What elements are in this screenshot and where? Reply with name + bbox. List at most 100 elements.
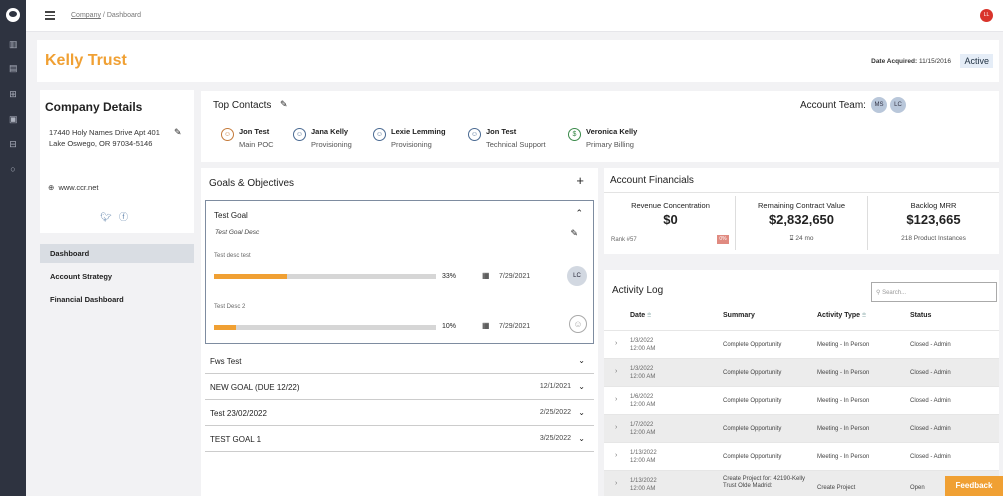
feedback-button[interactable]: Feedback: [945, 476, 1003, 496]
goals-title: Goals & Objectives: [209, 178, 295, 189]
row-date-time: 12:00 AM: [630, 430, 656, 436]
row-date: 1/3/2022 12:00 AM: [630, 365, 680, 381]
expand-chevron-icon[interactable]: ›: [615, 396, 617, 403]
goal-row[interactable]: NEW GOAL (DUE 12/22) 12/1/2021 ⌄: [205, 374, 594, 400]
goal-row-name: Fws Test: [210, 357, 242, 366]
team-avatar-ms[interactable]: MS: [871, 97, 887, 113]
column-header-activity-type[interactable]: Activity Type ⩧: [817, 312, 866, 320]
column-header-status[interactable]: Status: [910, 312, 931, 319]
document-icon[interactable]: ▤: [9, 64, 18, 73]
edit-pencil-icon[interactable]: ✎: [174, 127, 182, 138]
nav-item-financial-dashboard[interactable]: Financial Dashboard: [40, 290, 194, 309]
table-row[interactable]: › 1/6/2022 12:00 AM Complete Opportunity …: [604, 386, 999, 414]
facebook-icon[interactable]: ⓕ: [119, 212, 128, 222]
row-date: 1/3/2022 12:00 AM: [630, 337, 680, 353]
nav-item-account-strategy[interactable]: Account Strategy: [40, 267, 194, 286]
row-status: Closed - Admin: [910, 342, 951, 348]
metric-value: $2,832,650: [768, 212, 835, 227]
row-type: Meeting - In Person: [817, 370, 870, 376]
breadcrumb-separator: /: [102, 12, 105, 19]
expand-chevron-icon[interactable]: ›: [615, 452, 617, 459]
progress-fill: [214, 325, 237, 330]
expand-chevron-icon[interactable]: ›: [615, 340, 617, 347]
row-date-time: 12:00 AM: [630, 346, 656, 352]
dollar-icon: $: [568, 128, 581, 141]
edit-contacts-icon[interactable]: ✎: [280, 99, 288, 110]
calendar-icon: ▦: [482, 271, 490, 280]
edit-goal-icon[interactable]: ✎: [570, 228, 578, 239]
activity-search-input[interactable]: ⚲ Search...: [871, 282, 997, 302]
globe-icon: ⊕: [48, 183, 55, 192]
row-status: Closed - Admin: [910, 398, 951, 404]
breadcrumb-company-link[interactable]: Company: [71, 12, 101, 19]
date-acquired-value: 11/15/2016: [918, 58, 951, 65]
contact-role: Main POC: [239, 140, 274, 149]
row-status: Closed - Admin: [910, 454, 951, 460]
menu-icon[interactable]: [45, 11, 55, 22]
table-row[interactable]: › 1/13/2022 12:00 AM Create Project for: …: [604, 470, 999, 496]
hierarchy-icon[interactable]: ⊞: [9, 90, 17, 99]
goal-row[interactable]: TEST GOAL 1 3/25/2022 ⌄: [205, 426, 594, 452]
row-date-time: 12:00 AM: [630, 402, 656, 408]
goal-row-name: TEST GOAL 1: [210, 435, 262, 444]
contact-role: Provisioning: [311, 140, 352, 149]
company-details-card: Company Details 17440 Holy Names Drive A…: [40, 90, 194, 233]
row-date: 1/7/2022 12:00 AM: [630, 421, 680, 437]
metric-label: Revenue Concentration: [631, 201, 710, 210]
website-link[interactable]: www.ccr.net: [58, 183, 98, 192]
address-line: 17440 Holy Names Drive Apt 401: [49, 128, 160, 137]
building-icon[interactable]: ▥: [9, 40, 18, 49]
briefcase-icon[interactable]: ▣: [9, 115, 18, 124]
expand-chevron-icon[interactable]: ›: [615, 424, 617, 431]
expand-chevron-icon[interactable]: ›: [615, 480, 617, 487]
row-date-day: 1/3/2022: [630, 338, 654, 344]
table-row[interactable]: › 1/7/2022 12:00 AM Complete Opportunity …: [604, 414, 999, 442]
metric-value: $123,665: [906, 212, 961, 227]
row-date-day: 1/13/2022: [630, 478, 657, 484]
column-header-date[interactable]: Date ⩧: [630, 312, 651, 320]
divider: [604, 192, 999, 193]
contact-role: Provisioning: [391, 140, 432, 149]
progress-fill: [214, 274, 288, 279]
contact-avatar-icon: ☺: [221, 128, 234, 141]
org-chart-icon[interactable]: ⊟: [9, 140, 17, 149]
filter-icon[interactable]: ⩧: [862, 312, 866, 319]
filter-icon[interactable]: ⩧: [647, 312, 651, 319]
left-rail: ▥ ▤ ⊞ ▣ ⊟ ○: [0, 0, 26, 496]
metric-label: Backlog MRR: [910, 201, 957, 210]
owner-avatar[interactable]: LC: [567, 266, 587, 286]
chevron-up-icon[interactable]: ⌃: [575, 208, 583, 219]
circle-icon[interactable]: ○: [9, 165, 17, 174]
row-date: 1/13/2022 12:00 AM: [630, 449, 680, 465]
chevron-down-icon[interactable]: ⌄: [578, 434, 585, 443]
expand-chevron-icon[interactable]: ›: [615, 368, 617, 375]
nav-item-dashboard[interactable]: Dashboard: [40, 244, 194, 263]
row-date: 1/13/2022 12:00 AM: [630, 477, 680, 493]
goal-row[interactable]: Test 23/02/2022 2/25/2022 ⌄: [205, 400, 594, 426]
user-avatar[interactable]: LL: [980, 9, 993, 22]
row-date-time: 12:00 AM: [630, 458, 656, 464]
chevron-down-icon[interactable]: ⌄: [578, 382, 585, 391]
metric-backlog-mrr: Backlog MRR $123,665 218 Product Instanc…: [868, 201, 999, 242]
add-goal-icon[interactable]: +: [576, 173, 584, 188]
date-acquired: Date Acquired: 11/15/2016: [871, 58, 951, 65]
unassigned-user-icon[interactable]: ☺: [569, 315, 587, 333]
app-logo-icon[interactable]: [6, 8, 20, 22]
row-status: Closed - Admin: [910, 426, 951, 432]
goal-row[interactable]: Fws Test ⌄: [205, 348, 594, 374]
team-avatar-lc[interactable]: LC: [890, 97, 906, 113]
chevron-down-icon[interactable]: ⌄: [578, 356, 585, 365]
twitter-icon[interactable]: 🐦︎: [100, 212, 111, 222]
table-row[interactable]: › 1/3/2022 12:00 AM Complete Opportunity …: [604, 358, 999, 386]
metric-value: $0: [663, 212, 678, 227]
table-row[interactable]: › 1/13/2022 12:00 AM Complete Opportunity…: [604, 442, 999, 470]
contact-role: Primary Billing: [586, 140, 634, 149]
address-city: Lake Oswego, OR 97034-5146: [49, 139, 153, 148]
top-contacts-title: Top Contacts: [213, 100, 272, 111]
table-row[interactable]: › 1/3/2022 12:00 AM Complete Opportunity …: [604, 330, 999, 358]
company-details-title: Company Details: [45, 100, 143, 114]
goal-name: Test Goal: [214, 211, 248, 220]
goal-desc: Test Goal Desc: [215, 229, 260, 236]
chevron-down-icon[interactable]: ⌄: [578, 408, 585, 417]
column-header-summary[interactable]: Summary: [723, 312, 755, 319]
